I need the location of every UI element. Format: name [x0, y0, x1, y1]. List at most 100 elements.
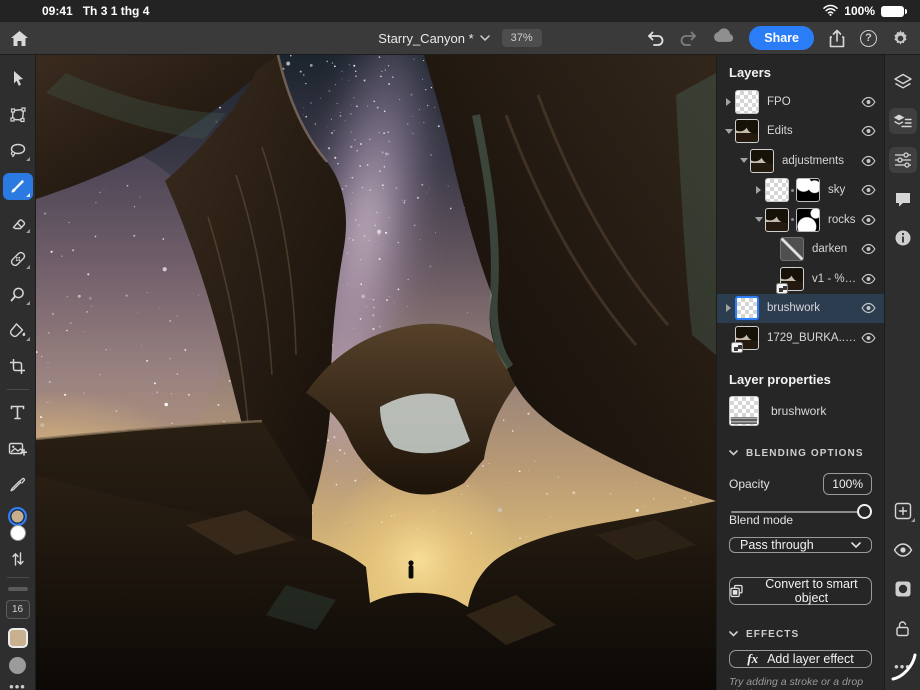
mask-link-dot	[791, 189, 794, 192]
effects-header[interactable]: EFFECTS	[717, 617, 884, 646]
battery-icon	[881, 6, 904, 17]
layer-name: Edits	[767, 125, 857, 137]
question-mark-icon: ?	[860, 30, 877, 47]
layer-thumbnail[interactable]	[735, 296, 759, 320]
layer-thumbnail[interactable]	[765, 208, 789, 232]
layer-name: rocks	[828, 214, 857, 226]
layer-row[interactable]: 1729_BURKA...anced-NR33	[717, 323, 884, 353]
add-layer-icon[interactable]	[889, 498, 917, 524]
share-button[interactable]: Share	[749, 26, 814, 50]
layer-name: sky	[828, 184, 857, 196]
layer-visibility-eye-icon[interactable]	[861, 125, 876, 137]
top-toolbar: Starry_Canyon * 37% Share ?	[0, 22, 920, 55]
eraser-tool[interactable]	[3, 209, 33, 236]
layer-visibility-eye-icon[interactable]	[861, 155, 876, 167]
layer-thumbnail[interactable]	[735, 326, 759, 350]
blending-options-header[interactable]: BLENDING OPTIONS	[717, 436, 884, 465]
transform-tool[interactable]	[3, 101, 33, 128]
layer-visibility-eye-icon[interactable]	[861, 184, 876, 196]
redo-button[interactable]	[679, 30, 699, 46]
layer-row[interactable]: FPO	[717, 87, 884, 117]
healing-brush-tool[interactable]	[3, 245, 33, 272]
export-button[interactable]	[828, 29, 846, 48]
comments-icon[interactable]	[889, 186, 917, 212]
layer-thumbnail[interactable]	[750, 149, 774, 173]
info-icon[interactable]	[889, 225, 917, 251]
corner-gesture-indicator[interactable]	[891, 653, 917, 686]
blend-mode-dropdown[interactable]: Pass through	[729, 537, 872, 553]
visibility-eye-icon[interactable]	[889, 537, 917, 563]
eyedropper-tool[interactable]	[3, 471, 33, 498]
layer-name: FPO	[767, 96, 857, 108]
disclosure-triangle-icon[interactable]	[752, 186, 765, 194]
opacity-slider-track[interactable]	[731, 511, 870, 513]
add-layer-effect-button[interactable]: fx Add layer effect	[729, 650, 872, 668]
opacity-slider-thumb[interactable]	[857, 504, 872, 519]
lock-icon[interactable]	[889, 615, 917, 641]
layer-visibility-eye-icon[interactable]	[861, 302, 876, 314]
crop-tool[interactable]	[3, 353, 33, 380]
layer-visibility-eye-icon[interactable]	[861, 243, 876, 255]
brush-color-chip[interactable]	[8, 628, 28, 648]
disclosure-triangle-icon[interactable]	[737, 158, 750, 163]
layer-thumbnail[interactable]	[780, 237, 804, 261]
layers-panel: Layers FPOEditsadjustmentsskyrocksdarken…	[716, 55, 884, 690]
lasso-tool[interactable]	[3, 137, 33, 164]
disclosure-triangle-icon[interactable]	[752, 217, 765, 222]
disclosure-triangle-icon[interactable]	[722, 304, 735, 312]
layer-mask-icon[interactable]	[889, 576, 917, 602]
wifi-icon	[823, 4, 838, 19]
canvas[interactable]	[36, 55, 716, 690]
layer-visibility-eye-icon[interactable]	[861, 332, 876, 344]
opacity-value-field[interactable]: 100%	[823, 473, 872, 495]
disclosure-triangle-icon[interactable]	[722, 129, 735, 134]
background-color-swatch[interactable]	[10, 525, 26, 541]
convert-to-smart-object-button[interactable]: Convert to smart object	[729, 577, 872, 605]
document-menu[interactable]: Starry_Canyon *	[378, 31, 489, 46]
chevron-down-icon	[729, 631, 738, 637]
help-button[interactable]: ?	[860, 30, 877, 47]
place-image-tool[interactable]	[3, 435, 33, 462]
layer-row[interactable]: rocks	[717, 205, 884, 235]
layer-thumbnail[interactable]	[735, 90, 759, 114]
foreground-color-swatch[interactable]	[8, 507, 27, 526]
more-tools-button[interactable]: •••	[9, 683, 26, 690]
layer-visibility-eye-icon[interactable]	[861, 96, 876, 108]
layer-mask-thumbnail[interactable]	[796, 208, 820, 232]
fill-tool[interactable]	[3, 317, 33, 344]
layer-properties-icon[interactable]	[889, 108, 917, 134]
layer-row[interactable]: sky	[717, 176, 884, 206]
rail-drag-handle[interactable]	[8, 587, 28, 591]
cloud-sync-icon	[713, 28, 735, 48]
settings-button[interactable]	[891, 29, 910, 48]
brush-tool[interactable]	[3, 173, 33, 200]
magnifier-tool[interactable]	[3, 281, 33, 308]
layer-row[interactable]: brushwork	[717, 294, 884, 324]
brush-opacity-indicator[interactable]	[9, 657, 26, 674]
disclosure-triangle-icon[interactable]	[722, 98, 735, 106]
blend-mode-value: Pass through	[740, 538, 814, 552]
layer-row[interactable]: v1 - %60	[717, 264, 884, 294]
layer-thumbnail[interactable]	[765, 178, 789, 202]
adjustments-sliders-icon[interactable]	[889, 147, 917, 173]
brush-size-field[interactable]: 16	[6, 600, 30, 619]
layer-row[interactable]: Edits	[717, 117, 884, 147]
layer-mask-thumbnail[interactable]	[796, 178, 820, 202]
layer-row[interactable]: adjustments	[717, 146, 884, 176]
selected-layer-thumbnail	[729, 396, 759, 426]
blend-mode-label: Blend mode	[729, 513, 793, 527]
color-swatches[interactable]	[6, 507, 30, 541]
move-tool[interactable]	[3, 65, 33, 92]
undo-button[interactable]	[645, 30, 665, 46]
swap-colors-button[interactable]	[3, 550, 33, 568]
layer-thumbnail[interactable]	[735, 119, 759, 143]
layer-visibility-eye-icon[interactable]	[861, 273, 876, 285]
smart-object-icon	[730, 584, 743, 598]
layers-icon[interactable]	[889, 69, 917, 95]
layer-visibility-eye-icon[interactable]	[861, 214, 876, 226]
layer-thumbnail[interactable]	[780, 267, 804, 291]
zoom-level-badge[interactable]: 37%	[502, 29, 542, 47]
layer-row[interactable]: darken	[717, 235, 884, 265]
type-tool[interactable]	[3, 399, 33, 426]
home-button[interactable]	[10, 30, 29, 47]
